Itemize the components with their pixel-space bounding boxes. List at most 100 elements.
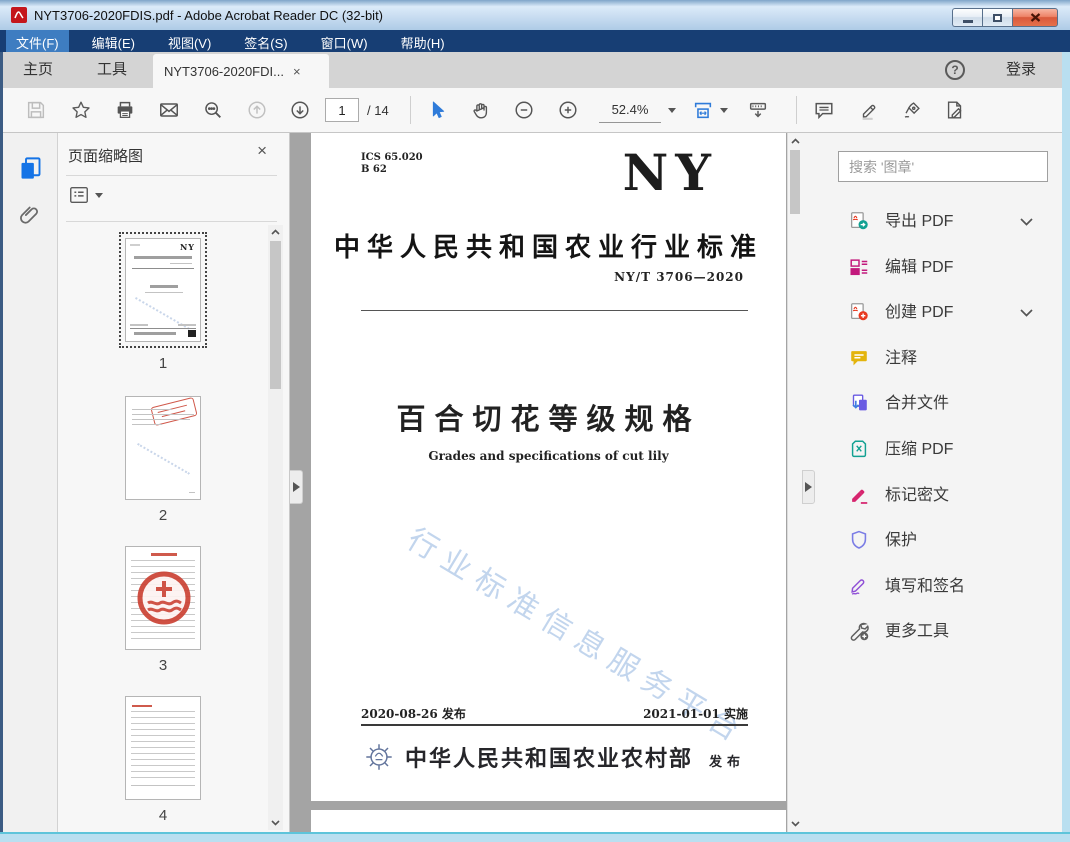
tool-protect[interactable]: 保护 [802, 518, 1062, 564]
zoom-dropdown-icon[interactable] [668, 108, 676, 113]
thumbnail-page-1[interactable]: NY 1 [58, 232, 268, 372]
tool-compress-pdf[interactable]: 压缩 PDF [802, 427, 1062, 473]
tab-tools[interactable]: 工具 [91, 52, 133, 88]
thumbnail-4-label: 4 [158, 807, 168, 824]
help-icon[interactable]: ? [945, 60, 965, 80]
thumbnail-3-label: 3 [158, 657, 168, 674]
save-icon[interactable] [25, 99, 47, 121]
tool-label: 填写和签名 [885, 577, 966, 595]
tool-export-pdf[interactable]: 导出 PDF [802, 199, 1062, 245]
tool-edit-pdf[interactable]: 编辑 PDF [802, 245, 1062, 291]
thumbnail-4-preview [125, 696, 201, 800]
tool-label: 创建 PDF [885, 304, 954, 322]
zoom-in-icon[interactable] [557, 99, 579, 121]
scroll-down-icon[interactable] [791, 821, 800, 827]
close-button[interactable] [1012, 8, 1058, 27]
fill-sign-icon[interactable] [944, 99, 966, 121]
minimize-button[interactable] [952, 8, 982, 27]
document-scrollbar[interactable] [787, 133, 802, 832]
date-row: 2020-08-26 发布 2021-01-01 实施 [361, 705, 748, 722]
export-pdf-icon [848, 210, 870, 232]
thumbnail-3-preview [125, 546, 201, 650]
thumbnail-page-2[interactable]: 2 [58, 396, 268, 524]
thumbnail-page-3[interactable]: 3 [58, 546, 268, 674]
pdf-page-1[interactable]: ICS 65.020 B 62 NY 中华人民共和国农业行业标准 NY/T 37… [311, 133, 786, 801]
scrollbar-thumb[interactable] [270, 241, 281, 389]
pdf-page-2-edge [311, 810, 786, 832]
tool-label: 标记密文 [885, 486, 950, 504]
tab-bar: 主页 工具 NYT3706-2020FDI... × ? 登录 [3, 52, 1062, 88]
divider-line [132, 268, 194, 269]
text-line [131, 785, 195, 786]
thumbnail-options-button[interactable] [68, 184, 103, 206]
scroll-down-icon[interactable] [271, 820, 280, 826]
sign-pen-icon[interactable] [901, 99, 923, 121]
page-number-input[interactable] [325, 98, 359, 122]
text-line [170, 263, 192, 264]
print-icon[interactable] [114, 99, 136, 121]
tab-home[interactable]: 主页 [17, 52, 59, 88]
menu-edit[interactable]: 编辑(E) [82, 30, 145, 52]
more-tools-wrench-icon [848, 620, 870, 642]
mini-black-mark [188, 330, 196, 337]
tool-create-pdf[interactable]: 创建 PDF [802, 290, 1062, 336]
menu-file[interactable]: 文件(F) [6, 30, 69, 52]
title-bar[interactable]: NYT3706-2020FDIS.pdf - Adobe Acrobat Rea… [0, 0, 1070, 30]
tool-redact[interactable]: 标记密文 [802, 473, 1062, 519]
chevron-down-icon[interactable] [1020, 309, 1033, 317]
combine-files-icon [848, 392, 870, 414]
tab-document[interactable]: NYT3706-2020FDI... × [153, 54, 329, 88]
next-page-icon[interactable] [289, 99, 311, 121]
class-code: B 62 [361, 164, 387, 175]
zoom-level-value[interactable]: 52.4% [599, 97, 661, 123]
left-navigation-rail [3, 133, 58, 832]
zoom-out-icon[interactable] [513, 99, 535, 121]
mini-watermark [137, 443, 190, 475]
search-loupe-icon[interactable] [202, 99, 224, 121]
menu-sign[interactable]: 签名(S) [234, 30, 297, 52]
scrollbar-thumb[interactable] [790, 150, 800, 214]
document-viewport[interactable]: ICS 65.020 B 62 NY 中华人民共和国农业行业标准 NY/T 37… [290, 133, 802, 832]
sign-in-button[interactable]: 登录 [1006, 52, 1036, 88]
tool-more-tools[interactable]: 更多工具 [802, 609, 1062, 655]
email-icon[interactable] [158, 99, 180, 121]
page-thumbnails-icon[interactable] [17, 155, 44, 187]
window-frame-right [1062, 52, 1070, 832]
tool-comment[interactable]: 注释 [802, 336, 1062, 382]
previous-page-icon[interactable] [246, 99, 268, 121]
text-block [131, 711, 195, 781]
attachments-icon[interactable] [17, 201, 42, 231]
fit-width-icon[interactable] [692, 99, 714, 121]
chevron-down-icon[interactable] [1020, 218, 1033, 226]
menu-view[interactable]: 视图(V) [158, 30, 221, 52]
highlighter-icon[interactable] [858, 99, 880, 121]
thumbnails-scrollbar[interactable] [268, 225, 283, 830]
scroll-up-icon[interactable] [791, 138, 800, 144]
menu-window[interactable]: 窗口(W) [311, 30, 378, 52]
maximize-button[interactable] [982, 8, 1012, 27]
publisher-name: 中华人民共和国农业农村部 [405, 746, 694, 772]
tab-close-icon[interactable]: × [293, 64, 301, 79]
text-line [134, 256, 192, 259]
thumbnail-page-4[interactable]: 4 [58, 696, 268, 824]
tool-combine-files[interactable]: 合并文件 [802, 381, 1062, 427]
comment-icon[interactable] [813, 99, 835, 121]
mini-ny-logo: NY [179, 242, 195, 252]
tools-search-input[interactable] [838, 151, 1048, 182]
release-date: 2020-08-26 发布 [361, 707, 466, 721]
star-icon[interactable] [70, 99, 92, 121]
panel-close-icon[interactable]: × [257, 142, 267, 159]
compress-pdf-icon [848, 438, 870, 460]
hand-tool-icon[interactable] [470, 99, 492, 121]
text-line [132, 424, 162, 426]
divider [66, 175, 277, 176]
scroll-up-icon[interactable] [271, 229, 280, 235]
fit-width-dropdown-icon[interactable] [720, 108, 728, 113]
scroll-mode-icon[interactable] [747, 99, 769, 121]
tool-fill-sign[interactable]: 填写和签名 [802, 564, 1062, 610]
publisher-row: 中华人民共和国农业农村部 发布 [361, 739, 748, 775]
select-tool-icon[interactable] [426, 99, 448, 121]
collapse-left-panel-handle[interactable] [290, 470, 303, 504]
tool-label: 保护 [885, 532, 918, 550]
menu-help[interactable]: 帮助(H) [391, 30, 455, 52]
